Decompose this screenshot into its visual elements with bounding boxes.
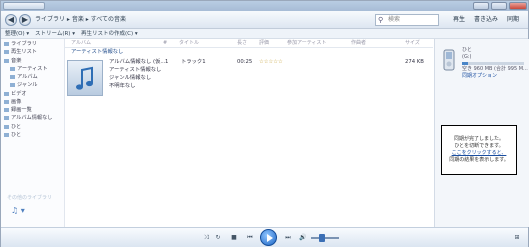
title-bar [1,1,528,11]
playlist-icon [4,49,9,54]
col-title[interactable]: タイトル [179,39,199,48]
device-capacity: 空き 960 MB (合計 995 M... [462,66,528,72]
media-player-window: ◀ ▶ ライブラリ ▸ 音楽 ▸ すべての音楽 ⚲ 検索 再生 書き込み 同期 … [0,0,529,247]
album-artist: アーティスト情報なし [109,67,162,73]
album-genre: ジャンル情報なし [109,75,152,81]
sidebar-item-artist[interactable]: アーティスト [10,66,48,73]
device-icon [4,132,9,137]
col-album[interactable]: アルバム [71,39,91,48]
sync-options-link[interactable]: 同期オプション [462,73,497,80]
forward-icon[interactable]: ▶ [19,14,31,26]
volume-knob[interactable] [319,234,325,242]
album-icon [10,74,15,79]
sync-status-box: 同期が完了しました。 ひとを切断できます。 ここをクリックすると、 同期の結果を… [441,125,517,175]
minimize-button[interactable] [473,2,489,10]
music-note-icon [76,66,93,90]
device-icon [4,124,9,129]
sidebar-item-music[interactable]: 音楽 [4,58,21,65]
picture-icon [4,99,9,104]
switch-to-now-playing-icon[interactable]: ⊞ [511,233,523,243]
album-icon [4,115,9,120]
device-drive: (G:) [462,54,472,60]
previous-icon[interactable]: ⏮ [243,233,257,243]
tab-play[interactable]: 再生 [448,14,470,26]
sidebar-item-video[interactable]: ビデオ [4,91,27,98]
app-tab[interactable] [3,2,45,10]
col-length[interactable]: 長さ [237,39,247,48]
sync-disconnect-text: ひとを切断できます。 [454,143,504,149]
track-size: 274 KB [405,59,424,65]
sidebar-item-album[interactable]: アルバム [10,74,38,81]
sidebar-item-playlists[interactable]: 再生リスト [4,49,37,56]
close-button[interactable] [509,2,527,10]
toolbar: 整理(O) ▾ ストリーム(R) ▾ 再生リストの作成(C) ▾ [1,29,528,39]
sidebar-item-recorded-tv[interactable]: 録画一覧 [4,107,32,114]
sync-results-link[interactable]: ここをクリックすると、 [442,150,516,157]
navigation-pane: ライブラリ 再生リスト 音楽 アーティスト アルバム ジャンル ビデオ 画像 録… [1,39,65,227]
capacity-bar [462,62,524,65]
tab-sync[interactable]: 同期 [502,14,524,26]
play-button[interactable] [260,229,277,246]
volume-slider[interactable] [311,237,339,239]
tab-burn[interactable]: 書き込み [473,14,499,26]
sync-results-text: 同期の結果を表示します。 [449,157,509,163]
device-icon [443,49,455,71]
search-icon: ⚲ [378,16,384,24]
col-number[interactable]: # [163,39,167,48]
stop-icon[interactable]: ■ [229,233,239,243]
track-title[interactable]: トラック1 [181,59,206,66]
organize-menu[interactable]: 整理(O) ▾ [5,29,29,39]
player-controls: ⤨ ↻ ■ ⏮ ⏭ 🔊 ⊞ [1,227,528,247]
search-input[interactable]: ⚲ 検索 [375,14,439,26]
back-icon[interactable]: ◀ [5,14,17,26]
album-year: 不明年なし [109,83,136,89]
video-icon [4,91,9,96]
breadcrumb[interactable]: ライブラリ ▸ 音楽 ▸ すべての音楽 [35,14,365,26]
other-libraries-link[interactable]: その他のライブラリ [7,194,52,201]
address-bar: ◀ ▶ ライブラリ ▸ 音楽 ▸ すべての音楽 ⚲ 検索 再生 書き込み 同期 [1,11,528,29]
artist-icon [10,66,15,71]
sync-complete-text: 同期が完了しました。 [453,136,504,142]
music-icon [4,58,9,63]
col-size[interactable]: サイズ [405,39,420,48]
sidebar-item-library[interactable]: ライブラリ [4,41,37,48]
album-art[interactable] [67,60,103,96]
track-number[interactable]: 1 [165,59,168,66]
next-icon[interactable]: ⏭ [281,233,295,243]
device-name: ひと [462,47,472,53]
repeat-icon[interactable]: ↻ [213,233,223,243]
column-header: アルバム # タイトル 長さ 評価 参加アーティスト 作曲者 サイズ [65,39,433,48]
stream-menu[interactable]: ストリーム(R) ▾ [35,29,75,39]
col-composer[interactable]: 作曲者 [351,39,366,48]
col-contributing-artist[interactable]: 参加アーティスト [287,39,326,48]
artist-group-label: アーティスト情報なし [71,49,124,55]
track-length: 00:25 [237,59,253,65]
mute-icon[interactable]: 🔊 [297,233,309,243]
library-icon [4,41,9,46]
sidebar-item-genre[interactable]: ジャンル [10,82,38,89]
maximize-button[interactable] [491,2,507,10]
sidebar-item-device[interactable]: ひと [4,124,21,131]
genre-icon [10,82,15,87]
now-playing-icon[interactable]: ♫ ▾ [11,206,25,215]
col-rating[interactable]: 評価 [259,39,269,48]
tv-icon [4,107,9,112]
create-playlist-menu[interactable]: 再生リストの作成(C) ▾ [81,29,138,39]
sidebar-item-pictures[interactable]: 画像 [4,99,21,106]
sidebar-item-album-unknown[interactable]: アルバム情報なし [4,115,52,122]
sidebar-item-device-2[interactable]: ひと [4,132,21,139]
track-rating-stars[interactable]: ☆☆☆☆☆ [259,59,283,66]
shuffle-icon[interactable]: ⤨ [201,233,211,243]
album-title: アルバム情報なし (仮... [109,59,166,65]
